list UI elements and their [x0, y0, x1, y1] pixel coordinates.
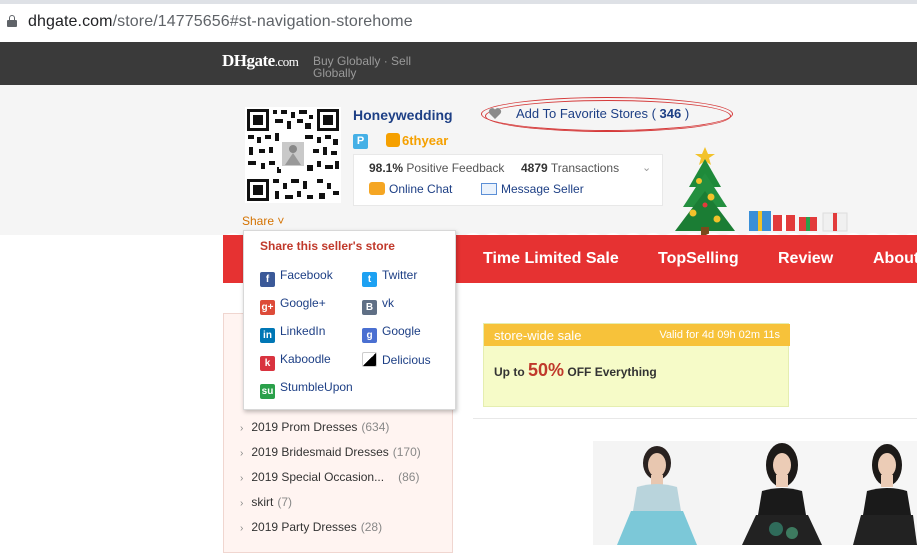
url-path: /store/14775656#st-navigation-storehome [112, 13, 413, 30]
category-item[interactable]: › 2019 Special Occasion... (86) [240, 470, 419, 484]
transactions-count: 4879 Transactions [521, 161, 620, 175]
facebook-icon: f [260, 272, 275, 287]
category-item[interactable]: › 2019 Prom Dresses (634) [240, 420, 389, 434]
nav-review[interactable]: Review [778, 250, 833, 268]
category-item[interactable]: › 2019 Party Dresses (28) [240, 520, 382, 534]
site-top-bar: DHgate.com Buy Globally · Sell Globally [0, 42, 917, 85]
share-delicious[interactable]: Delicious [362, 352, 431, 367]
share-facebook[interactable]: f Facebook [260, 268, 333, 287]
lock-icon [7, 15, 17, 27]
share-menu-title: Share this seller's store [260, 239, 395, 253]
nav-time-limited-sale[interactable]: Time Limited Sale [483, 250, 619, 268]
mail-icon [481, 183, 497, 195]
share-twitter[interactable]: t Twitter [362, 268, 417, 287]
vk-icon: B [362, 300, 377, 315]
share-kaboodle[interactable]: k Kaboodle [260, 352, 331, 371]
url-domain: dhgate.com [28, 13, 113, 30]
nav-topselling[interactable]: TopSelling [658, 250, 739, 268]
store-stats-box: 98.1% Positive Feedback 4879 Transaction… [353, 154, 663, 206]
promo-title: store-wide sale [494, 328, 582, 343]
promo-offer: Up to 50% OFF Everything [494, 360, 657, 380]
category-item[interactable]: › 2019 Bridesmaid Dresses (170) [240, 445, 421, 459]
site-tagline: Buy Globally · Sell Globally [313, 54, 412, 80]
share-google-plus[interactable]: g+ Google+ [260, 296, 326, 315]
promo-header: store-wide sale Valid for 4d 09h 02m 11s [484, 324, 790, 346]
christmas-tree-decoration [675, 147, 848, 235]
product-image[interactable] [593, 441, 720, 545]
positive-feedback: 98.1% Positive Feedback [369, 161, 505, 175]
heart-icon [488, 108, 502, 119]
share-vk[interactable]: Bvk [362, 296, 394, 315]
message-seller-link[interactable]: Message Seller [481, 182, 584, 196]
chevron-down-icon[interactable]: ⌄ [642, 161, 651, 174]
product-image[interactable] [847, 441, 917, 545]
chevron-right-icon: › [240, 423, 244, 434]
google-plus-icon: g+ [260, 300, 275, 315]
google-icon: g [362, 328, 377, 343]
browser-address-bar[interactable]: dhgate.com/store/14775656#st-navigation-… [0, 0, 917, 42]
store-years-badge: 6thyear [386, 133, 448, 148]
delicious-icon [362, 352, 377, 367]
premium-badge: P [353, 134, 368, 149]
dhgate-logo[interactable]: DHgate.com [222, 51, 299, 71]
chevron-right-icon: › [240, 498, 244, 509]
chat-icon [369, 182, 385, 195]
store-qr-code [245, 107, 341, 203]
chevron-right-icon: › [240, 523, 244, 534]
store-name[interactable]: Honeywedding [353, 107, 453, 123]
share-google[interactable]: g Google [362, 324, 421, 343]
thumbs-up-icon [386, 133, 400, 147]
share-stumbleupon[interactable]: su StumbleUpon [260, 380, 353, 399]
promo-countdown: Valid for 4d 09h 02m 11s [659, 329, 780, 341]
share-linkedin[interactable]: in LinkedIn [260, 324, 325, 343]
nav-about[interactable]: About [873, 250, 917, 268]
online-chat-link[interactable]: Online Chat [369, 182, 452, 196]
stumbleupon-icon: su [260, 384, 275, 399]
twitter-icon: t [362, 272, 377, 287]
linkedin-icon: in [260, 328, 275, 343]
category-item[interactable]: › skirt (7) [240, 495, 292, 509]
share-dropdown-menu: Share this seller's store f Facebook t Twi… [243, 230, 456, 410]
divider [473, 418, 917, 419]
chevron-right-icon: › [240, 448, 244, 459]
chevron-right-icon: › [240, 473, 244, 484]
url-text[interactable]: dhgate.com/store/14775656#st-navigation-… [28, 13, 413, 31]
favorite-count: 346 [659, 106, 682, 121]
share-toggle[interactable]: Share ˅ [242, 214, 284, 228]
kaboodle-icon: k [260, 356, 275, 371]
product-image[interactable] [720, 441, 847, 545]
chevron-down-icon: ˅ [277, 214, 285, 228]
store-wide-sale-banner[interactable]: store-wide sale Valid for 4d 09h 02m 11s… [483, 323, 790, 407]
